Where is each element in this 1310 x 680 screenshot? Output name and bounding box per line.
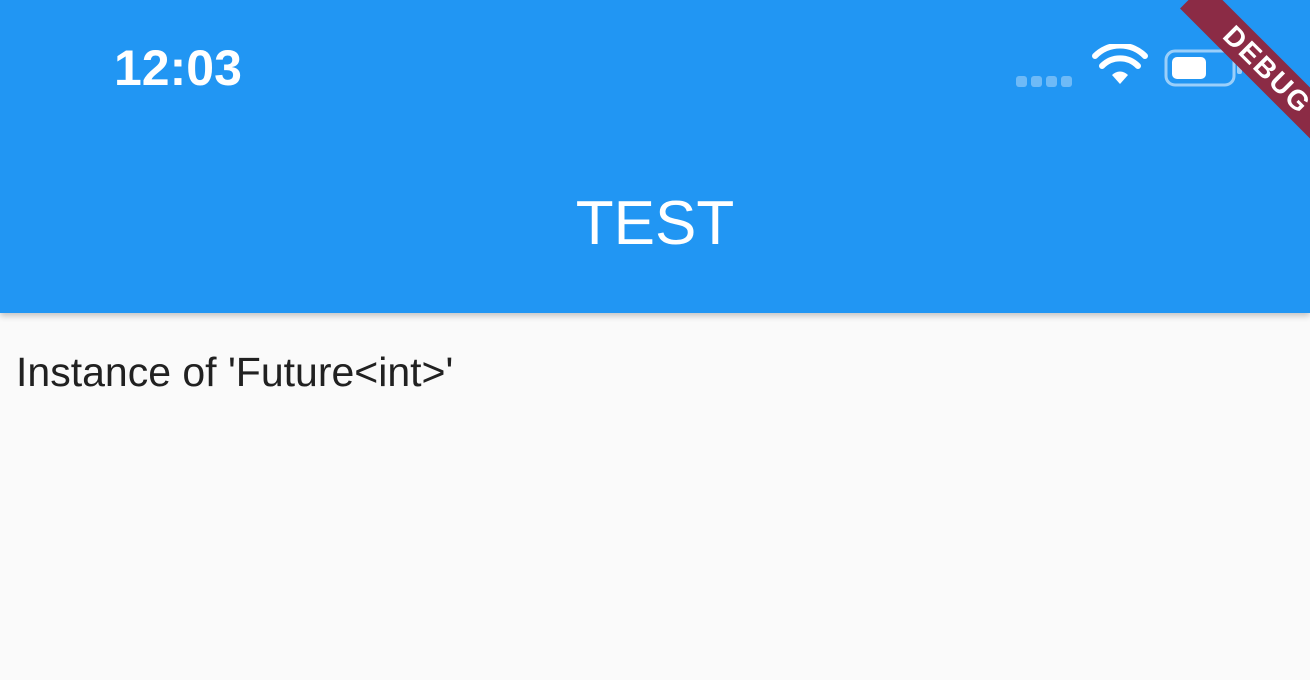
app-title: TEST (575, 189, 735, 258)
future-result-text: Instance of 'Future<int>' (16, 349, 454, 395)
app-screen: 12:03 TEST Instance of 'Future<int>' DEB… (0, 0, 1310, 680)
wifi-icon (1092, 44, 1148, 84)
status-time: 12:03 (114, 40, 242, 96)
signal-dots-icon (1016, 74, 1076, 87)
app-bar: 12:03 TEST (0, 0, 1310, 313)
